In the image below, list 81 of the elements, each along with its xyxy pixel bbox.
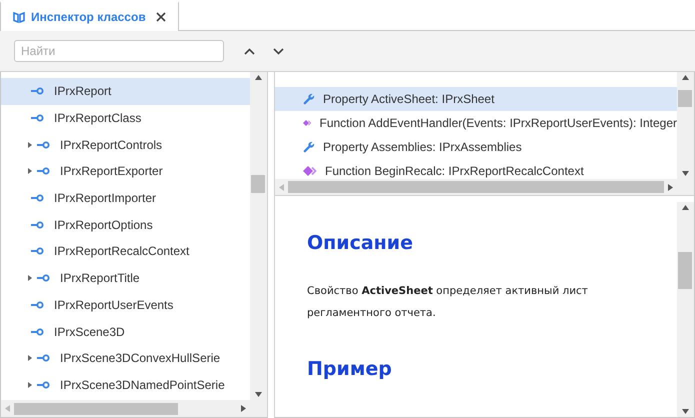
horizontal-scrollbar[interactable] [1, 400, 250, 417]
interface-icon [37, 380, 50, 389]
member-label: Function BeginRecalc: IPrxReportRecalcContext [325, 164, 584, 178]
scroll-right-icon[interactable] [668, 184, 673, 190]
tree-item[interactable]: IPrxReportClass [1, 104, 250, 132]
interface-icon [31, 87, 44, 96]
wrench-icon [303, 141, 315, 153]
tree-item-label: IPrxReportTitle [60, 271, 140, 286]
tree-item[interactable]: IPrxReportOptions [1, 211, 250, 238]
scrollbar-thumb[interactable] [678, 90, 692, 107]
tree-item-label: IPrxReportRecalcContext [54, 244, 190, 258]
interface-icon [31, 220, 44, 229]
scrollbar-thumb[interactable] [678, 252, 692, 289]
interface-icon [31, 328, 44, 336]
tree-item[interactable]: IPrxReportUserEvents [1, 292, 250, 318]
member-item[interactable]: Property Assemblies: IPrxAssemblies [275, 135, 677, 159]
tree-item-label: IPrxReportImporter [54, 191, 156, 206]
horizontal-scrollbar[interactable] [275, 179, 677, 195]
vertical-scrollbar[interactable] [677, 72, 694, 179]
member-label: Property Assemblies: IPrxAssemblies [323, 140, 522, 154]
scrollbar-thumb[interactable] [251, 175, 265, 193]
member-item[interactable]: Function BeginRecalc: IPrxReportRecalcContext [275, 159, 677, 179]
interface-icon [31, 300, 44, 309]
tree-item[interactable]: IPrxReportRecalcContext [1, 238, 250, 265]
member-label: Function AddEventHandler(Events: IPrxReportUserEvents): Integer [319, 116, 677, 130]
scroll-down-icon[interactable] [255, 392, 262, 397]
member-label: Property ActiveSheet: IPrxSheet [323, 92, 494, 106]
interface-icon [37, 274, 50, 282]
tab-title: Инспектор классов [31, 10, 146, 24]
interface-icon [31, 114, 44, 122]
tree-item[interactable]: IPrxScene3D [1, 318, 250, 345]
tree-item[interactable]: IPrxReport [1, 78, 250, 105]
tree-item-label: IPrxReportClass [54, 111, 142, 126]
interface-icon [37, 140, 50, 149]
tree-item-label: IPrxScene3DConvexHullSerie [60, 351, 220, 366]
tree-item[interactable]: IPrxReportTitle [1, 264, 250, 292]
wrench-icon [303, 93, 315, 105]
scroll-up-icon[interactable] [682, 205, 689, 210]
expand-icon[interactable] [27, 275, 33, 282]
member-item[interactable]: Property ActiveSheet: IPrxSheet [275, 87, 677, 111]
scrollbar-thumb[interactable] [288, 181, 664, 193]
tab[interactable]: Инспектор классов [0, 1, 179, 31]
description-text: Свойство ActiveSheet определяет активный лист регламентного отчета. [307, 284, 589, 321]
scroll-down-icon[interactable] [682, 409, 689, 414]
tree-item[interactable]: IPrxReportExporter [1, 158, 250, 185]
scroll-up-icon[interactable] [682, 75, 689, 80]
scroll-up-icon[interactable] [255, 75, 262, 80]
tree-item-label: IPrxReportOptions [54, 218, 153, 232]
book-icon [13, 12, 25, 22]
tree-item[interactable]: IPrxScene3DConvexHullSerie [1, 344, 250, 372]
expand-icon[interactable] [27, 142, 33, 148]
expand-icon[interactable] [27, 382, 33, 388]
interface-icon [31, 247, 44, 256]
scrollbar-thumb[interactable] [14, 402, 178, 414]
tree-item-label: IPrxScene3DNamedPointSerie [60, 378, 225, 392]
search-field[interactable]: Найти [14, 40, 224, 62]
interface-icon [37, 167, 50, 176]
next-button[interactable] [271, 46, 286, 56]
interface-icon [37, 354, 50, 362]
tree-item[interactable]: IPrxReportControls [1, 131, 250, 158]
tree-item-label: IPrxReport [54, 84, 112, 98]
diamond-icon [303, 166, 317, 176]
member-item[interactable]: Function AddEventHandler(Events: IPrxReportUserEvents): Integer [275, 111, 677, 135]
scroll-down-icon[interactable] [682, 171, 689, 176]
tree-item[interactable]: IPrxScene3DNamedPointSerie [1, 372, 250, 398]
expand-icon[interactable] [27, 168, 33, 174]
previous-button[interactable] [242, 46, 257, 56]
tree-item-label: IPrxReportExporter [60, 164, 163, 178]
vertical-scrollbar[interactable] [677, 202, 694, 417]
diamond-icon [303, 118, 312, 128]
tree-item[interactable]: IPrxReportImporter [1, 184, 250, 212]
expand-icon[interactable] [27, 355, 33, 362]
tree-item-label: IPrxScene3D [54, 324, 125, 339]
tree-item-label: IPrxReportControls [60, 138, 162, 152]
section-heading: Пример [307, 358, 392, 380]
close-icon[interactable] [156, 12, 166, 22]
vertical-scrollbar[interactable] [250, 72, 267, 400]
section-heading: Описание [307, 232, 414, 254]
tree-item-label: IPrxReportUserEvents [54, 298, 174, 312]
scroll-right-icon[interactable] [241, 405, 246, 412]
interface-icon [31, 194, 44, 202]
